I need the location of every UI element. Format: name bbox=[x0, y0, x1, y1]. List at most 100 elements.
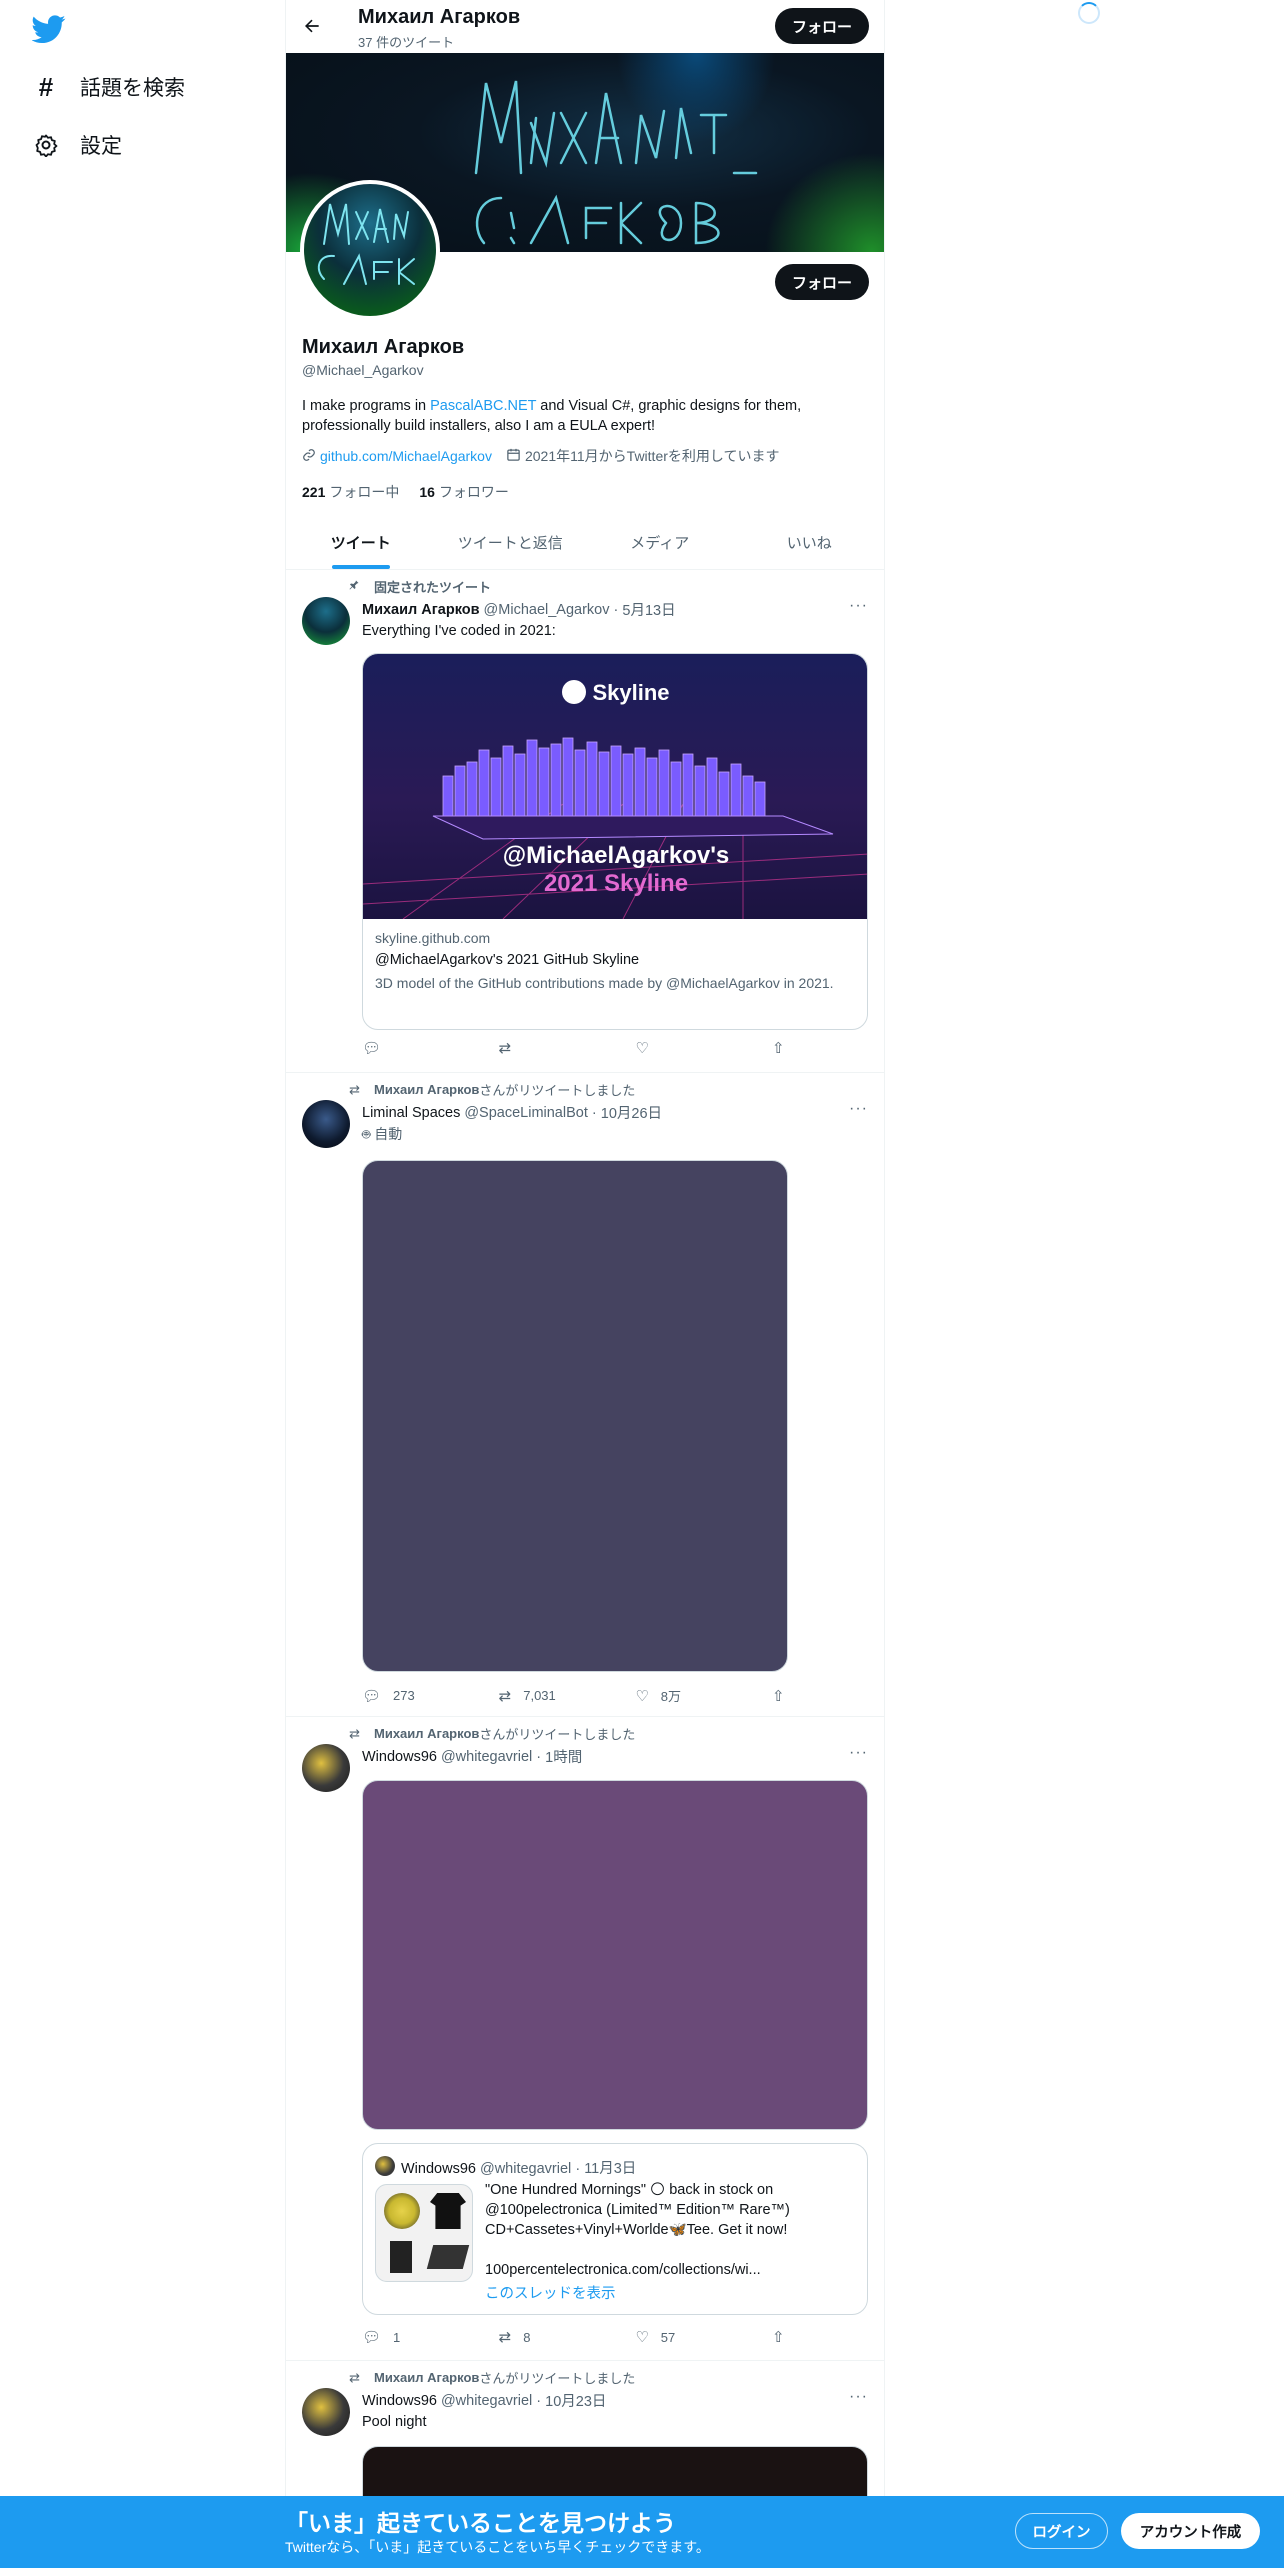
header-follow-button[interactable]: フォロー bbox=[775, 8, 869, 44]
profile-follow-button[interactable]: フォロー bbox=[775, 264, 869, 300]
tweet-author-handle[interactable]: @whitegavriel bbox=[441, 2393, 532, 2409]
twitter-logo-icon[interactable] bbox=[31, 12, 66, 46]
tweet-author-name[interactable]: Windows96 bbox=[362, 2393, 437, 2409]
following-stat[interactable]: 221 フォロー中 bbox=[302, 482, 399, 502]
share-button[interactable]: ⇧ bbox=[772, 1039, 792, 1057]
more-options-icon[interactable]: ··· bbox=[849, 1744, 868, 1762]
retweeter-name[interactable]: Михаил Агарков bbox=[374, 1726, 479, 1741]
signup-title: 「いま」起きていることを見つけよう bbox=[285, 2510, 676, 2536]
reply-button[interactable]: 💬︎ 1 bbox=[362, 2328, 472, 2346]
tweet-author-handle[interactable]: @whitegavriel bbox=[441, 1749, 532, 1765]
like-button[interactable]: ♡ 8万 bbox=[635, 1686, 745, 1705]
profile-avatar[interactable] bbox=[300, 180, 440, 320]
card-description: 3D model of the GitHub contributions mad… bbox=[375, 975, 834, 991]
reply-count: 1 bbox=[393, 2329, 401, 2345]
tweet-header: Liminal Spaces @SpaceLiminalBot · 10月26日 bbox=[362, 1102, 662, 1123]
retweet-icon: ⇄ bbox=[349, 1725, 360, 1741]
joined-text: 2021年11月からTwitterを利用しています bbox=[524, 448, 780, 464]
website-link[interactable]: github.com/MichaelAgarkov bbox=[320, 448, 492, 464]
followers-stat[interactable]: 16 フォロワー bbox=[419, 482, 509, 502]
nav-settings[interactable]: 設定 bbox=[32, 121, 122, 169]
tweet-author-handle[interactable]: @Michael_Agarkov bbox=[484, 602, 610, 618]
reply-button[interactable]: 💬︎ 273 bbox=[362, 1686, 472, 1705]
tweet-author-name[interactable]: Liminal Spaces bbox=[362, 1105, 460, 1121]
share-button[interactable]: ⇧ bbox=[772, 2328, 792, 2346]
tweet-avatar[interactable] bbox=[302, 597, 350, 645]
tweet-avatar[interactable] bbox=[302, 2388, 350, 2436]
tab-likes[interactable]: いいね bbox=[735, 516, 885, 569]
tweet[interactable]: ⇄ Михаил Агарков さんがリツイートしました Liminal Spa… bbox=[286, 1074, 884, 1717]
back-arrow-icon[interactable] bbox=[298, 12, 326, 40]
tweet-avatar[interactable] bbox=[302, 1100, 350, 1148]
profile-joined: 2021年11月からTwitterを利用しています bbox=[506, 446, 780, 466]
like-count: 57 bbox=[660, 2329, 676, 2345]
like-button[interactable]: ♡ bbox=[635, 1039, 745, 1057]
tweet-date[interactable]: 10月23日 bbox=[545, 2390, 606, 2411]
tweet-header: Windows96 @whitegavriel · 10月23日 bbox=[362, 2390, 606, 2411]
quote-thumbnail[interactable] bbox=[375, 2184, 473, 2282]
more-options-icon[interactable]: ··· bbox=[849, 1100, 868, 1118]
retweet-count: 8 bbox=[523, 2329, 531, 2345]
reply-icon: 💬︎ bbox=[362, 2329, 382, 2346]
retweet-context: ⇄ Михаил Агарков さんがリツイートしました bbox=[332, 1724, 635, 1743]
separator-dot: · bbox=[532, 2392, 546, 2409]
retweeter-name[interactable]: Михаил Агарков bbox=[374, 1082, 479, 1097]
card-image: Skyline @MichaelAgarkov's 2021 Skyline bbox=[363, 654, 867, 919]
bio-link[interactable]: PascalABC.NET bbox=[430, 398, 536, 414]
profile-handle: @Michael_Agarkov bbox=[302, 362, 424, 378]
pinned-context: 固定されたツイート bbox=[332, 577, 491, 596]
tweet[interactable]: 固定されたツイート Михаил Агарков @Michael_Agarko… bbox=[286, 571, 884, 1073]
tweet[interactable]: ⇄ Михаил Агарков さんがリツイートしました Windows96 @… bbox=[286, 1718, 884, 2361]
tweet-date[interactable]: 1時間 bbox=[545, 1746, 582, 1767]
quote-date: 11月3日 bbox=[584, 2161, 637, 2177]
separator-dot: · bbox=[575, 2161, 581, 2177]
retweet-icon: ⇄ bbox=[498, 2329, 512, 2346]
tweet-author-name[interactable]: Михаил Агарков bbox=[362, 602, 480, 618]
tweet-actions: 💬︎ 273 ⇄ 7,031 ♡ 8万 ⇧ bbox=[362, 1686, 792, 1705]
retweet-context: ⇄ Михаил Агарков さんがリツイートしました bbox=[332, 2368, 635, 2387]
link-card[interactable]: Skyline @MichaelAgarkov's 2021 Skyline s… bbox=[362, 653, 868, 1030]
nav-explore[interactable]: # 話題を検索 bbox=[32, 63, 185, 111]
show-thread-link[interactable]: このスレッドを表示 bbox=[485, 2282, 616, 2303]
retweet-button[interactable]: ⇄ bbox=[499, 1039, 609, 1057]
retweet-button[interactable]: ⇄ 8 bbox=[499, 2328, 609, 2346]
like-button[interactable]: ♡ 57 bbox=[635, 2328, 745, 2346]
reply-button[interactable]: 💬︎ bbox=[362, 1039, 472, 1057]
tweet-date[interactable]: 5月13日 bbox=[622, 599, 675, 620]
heart-icon: ♡ bbox=[635, 1040, 649, 1057]
tweet-avatar[interactable] bbox=[302, 1744, 350, 1792]
tweet-text: Everything I've coded in 2021: bbox=[362, 623, 556, 639]
more-options-icon[interactable]: ··· bbox=[849, 2388, 868, 2406]
thumbnail-tee bbox=[430, 2193, 466, 2229]
tweet-actions: 💬︎ 1 ⇄ 8 ♡ 57 ⇧ bbox=[362, 2328, 792, 2346]
tab-media[interactable]: メディア bbox=[585, 516, 735, 569]
tab-tweets[interactable]: ツイート bbox=[286, 516, 436, 569]
retweet-button[interactable]: ⇄ 7,031 bbox=[499, 1686, 609, 1705]
automated-label: 🤖︎ 自動 bbox=[362, 1124, 867, 1144]
nav-explore-label: 話題を検索 bbox=[80, 77, 185, 100]
tweet-media[interactable] bbox=[362, 1780, 868, 2130]
create-account-button[interactable]: アカウント作成 bbox=[1121, 2513, 1260, 2549]
login-button[interactable]: ログイン bbox=[1015, 2513, 1108, 2549]
thumbnail-vinyl bbox=[384, 2193, 420, 2229]
heart-icon: ♡ bbox=[635, 1687, 649, 1705]
following-count: 221 bbox=[302, 484, 326, 500]
tab-tweets-and-replies[interactable]: ツイートと返信 bbox=[436, 516, 586, 569]
more-options-icon[interactable]: ··· bbox=[849, 597, 868, 615]
tweet-media[interactable] bbox=[362, 1160, 788, 1672]
retweeter-name[interactable]: Михаил Агарков bbox=[374, 2370, 479, 2385]
separator-dot: · bbox=[532, 1748, 546, 1765]
profile-website[interactable]: github.com/MichaelAgarkov bbox=[302, 448, 492, 465]
profile-bio: I make programs in PascalABC.NET and Vis… bbox=[302, 396, 862, 436]
retweet-icon: ⇄ bbox=[498, 1687, 512, 1705]
quote-tweet[interactable]: Windows96 @whitegavriel · 11月3日 "One Hun… bbox=[362, 2143, 868, 2315]
like-count: 8万 bbox=[660, 1689, 681, 1704]
avatar-signature-artwork bbox=[317, 203, 415, 285]
tweet-author-handle[interactable]: @SpaceLiminalBot bbox=[464, 1105, 588, 1121]
quote-avatar[interactable] bbox=[375, 2156, 395, 2176]
tweet-date[interactable]: 10月26日 bbox=[601, 1102, 662, 1123]
share-button[interactable]: ⇧ bbox=[772, 1686, 792, 1705]
tweet-author-name[interactable]: Windows96 bbox=[362, 1749, 437, 1765]
retweet-icon: ⇄ bbox=[498, 1040, 512, 1057]
profile-meta: github.com/MichaelAgarkov 2021年11月からTwit… bbox=[302, 446, 793, 466]
